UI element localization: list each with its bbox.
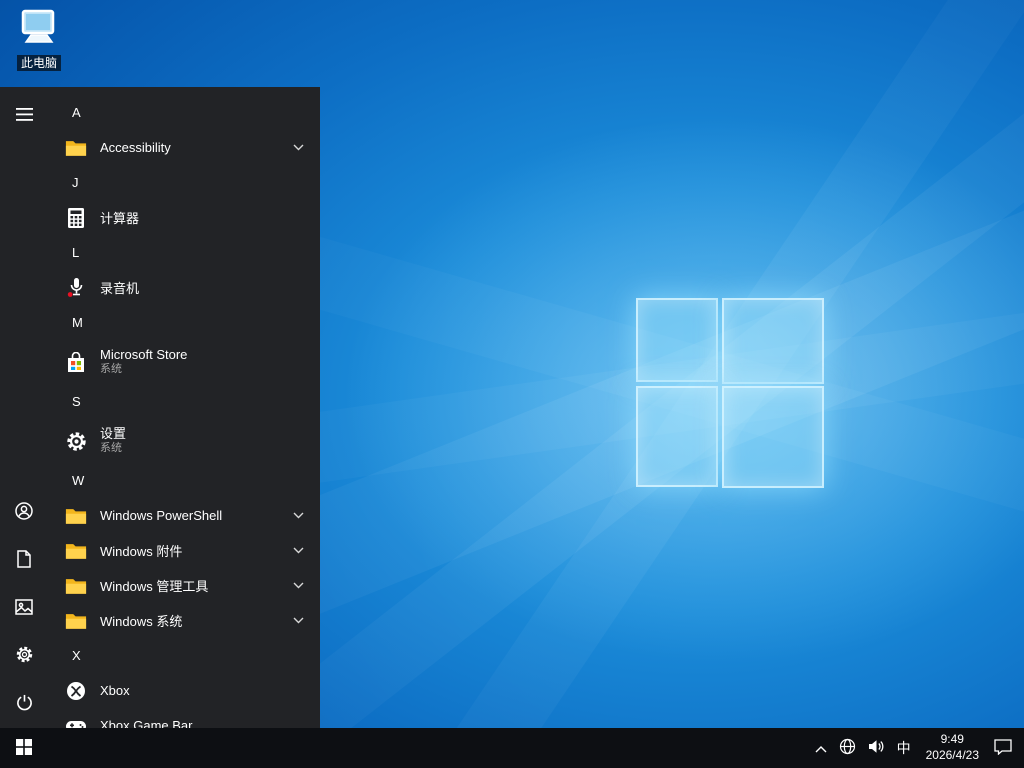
clock[interactable]: 9:49 2026/4/23: [917, 728, 988, 768]
windows-logo-pane: [636, 298, 718, 382]
windows-logo-pane: [722, 298, 824, 384]
app-folder-windows-powershell[interactable]: Windows PowerShell: [48, 498, 320, 533]
app-subtitle: 系统: [100, 442, 304, 456]
speaker-icon: [868, 739, 885, 757]
pictures-button[interactable]: [0, 584, 48, 632]
start-app-list: A Accessibility J: [48, 87, 320, 728]
folder-icon: [60, 570, 92, 602]
app-folder-accessibility[interactable]: Accessibility: [48, 130, 320, 165]
chevron-down-icon: [293, 617, 304, 624]
app-section-header-j[interactable]: J: [48, 165, 320, 200]
app-item-xbox[interactable]: Xbox: [48, 673, 320, 708]
pictures-icon: [15, 599, 33, 618]
start-menu-rail: [0, 87, 48, 728]
app-folder-windows-accessories[interactable]: Windows 附件: [48, 533, 320, 568]
app-section-header-x[interactable]: X: [48, 638, 320, 673]
app-title: Microsoft Store: [100, 347, 304, 363]
app-folder-windows-system[interactable]: Windows 系统: [48, 603, 320, 638]
gear-icon: [60, 425, 92, 457]
calculator-icon: [60, 202, 92, 234]
desktop-icon-label: 此电脑: [17, 55, 61, 71]
xbox-icon: [60, 675, 92, 707]
app-item-xbox-game-bar[interactable]: Xbox Game Bar: [48, 708, 320, 728]
date-text: 2026/4/23: [926, 748, 979, 764]
app-section-header-l[interactable]: L: [48, 235, 320, 270]
volume-button[interactable]: [862, 728, 891, 768]
action-center-icon: [994, 739, 1012, 758]
chevron-down-icon: [293, 547, 304, 554]
app-item-calculator[interactable]: 计算器: [48, 200, 320, 235]
documents-button[interactable]: [0, 536, 48, 584]
gear-icon: [15, 645, 34, 667]
folder-icon: [60, 605, 92, 637]
expand-menu-button[interactable]: [0, 92, 48, 140]
app-subtitle: 系统: [100, 363, 304, 377]
settings-button[interactable]: [0, 632, 48, 680]
start-menu: A Accessibility J: [0, 87, 320, 728]
app-item-settings[interactable]: 设置 系统: [48, 419, 320, 463]
folder-icon: [60, 500, 92, 532]
chevron-down-icon: [293, 512, 304, 519]
game-bar-icon: [60, 710, 92, 729]
microphone-icon: [60, 272, 92, 304]
hamburger-icon: [16, 108, 33, 124]
app-section-header-s[interactable]: S: [48, 384, 320, 419]
app-title: 设置: [100, 426, 304, 442]
app-folder-windows-admin-tools[interactable]: Windows 管理工具: [48, 568, 320, 603]
chevron-down-icon: [293, 144, 304, 151]
start-button[interactable]: [0, 728, 48, 768]
show-hidden-icons-button[interactable]: [809, 728, 833, 768]
document-icon: [16, 550, 32, 571]
folder-icon: [60, 535, 92, 567]
app-section-header-a[interactable]: A: [48, 95, 320, 130]
power-icon: [16, 694, 33, 714]
power-button[interactable]: [0, 680, 48, 728]
app-item-voice-recorder[interactable]: 录音机: [48, 270, 320, 305]
windows-logo-pane: [636, 386, 718, 487]
app-item-microsoft-store[interactable]: Microsoft Store 系统: [48, 340, 320, 384]
chevron-up-icon: [815, 741, 827, 756]
folder-icon: [60, 132, 92, 164]
windows-logo-pane: [722, 386, 824, 488]
app-section-header-w[interactable]: W: [48, 463, 320, 498]
time-text: 9:49: [941, 732, 964, 748]
desktop-wallpaper: 此电脑: [0, 0, 1024, 768]
user-account-button[interactable]: [0, 488, 48, 536]
network-globe-icon: [839, 738, 856, 758]
ime-indicator[interactable]: 中: [891, 728, 917, 768]
action-center-button[interactable]: [988, 728, 1018, 768]
network-button[interactable]: [833, 728, 862, 768]
system-tray: 中 9:49 2026/4/23: [809, 728, 1024, 768]
user-icon: [15, 502, 33, 523]
microsoft-store-icon: [60, 346, 92, 378]
desktop-icon-this-pc[interactable]: 此电脑: [10, 8, 68, 72]
this-pc-icon: [18, 35, 60, 52]
app-section-header-m[interactable]: M: [48, 305, 320, 340]
taskbar: 中 9:49 2026/4/23: [0, 728, 1024, 768]
chevron-down-icon: [293, 582, 304, 589]
windows-logo-icon: [16, 739, 32, 758]
